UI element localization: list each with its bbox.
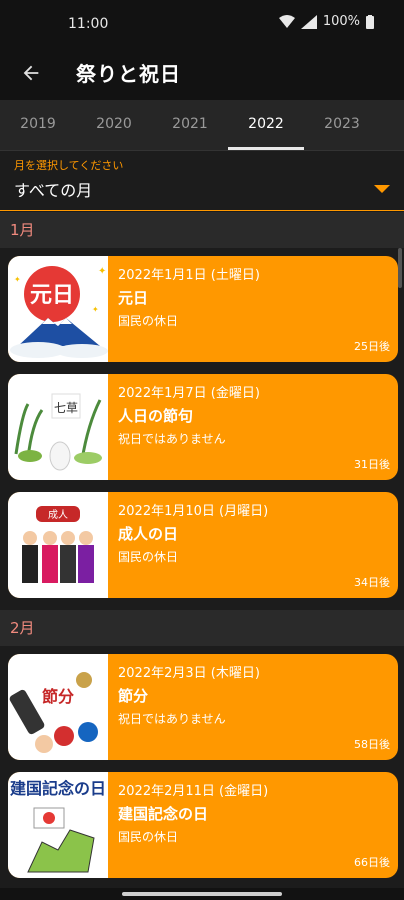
- tab-2019[interactable]: 2019: [0, 100, 76, 150]
- holiday-name: 建国記念の日: [118, 805, 209, 823]
- app-bar: 祭りと祝日: [0, 48, 404, 100]
- nanakusa-illustration: 七草: [14, 393, 102, 471]
- holiday-date: 2022年1月1日 (土曜日): [118, 268, 260, 283]
- year-tabs: 2019 2020 2021 2022 2023: [0, 100, 404, 151]
- card-body: 2022年1月10日 (月曜日) 成人の日 国民の休日 34日後: [108, 492, 398, 598]
- arrow-left-icon: [23, 65, 39, 81]
- month-header-january: 1月: [0, 212, 404, 248]
- card-body: 2022年2月11日 (金曜日) 建国記念の日 国民の休日 66日後: [108, 772, 398, 878]
- ganjitsu-text: 元日: [30, 283, 74, 308]
- days-until: 34日後: [354, 576, 390, 589]
- tab-2020[interactable]: 2020: [76, 100, 152, 150]
- holiday-card[interactable]: 建国記念の日 2022年2月11日 (金曜日) 建国記念の日 国民の休日 66日…: [8, 772, 398, 878]
- holiday-card[interactable]: 元日 ✦ ✦ ✦ 2022年1月1日 (土曜日) 元日 国民の休日 25日後: [8, 256, 398, 362]
- holiday-name: 人日の節句: [118, 407, 194, 425]
- kenkoku-text: 建国記念の日: [10, 779, 106, 798]
- month-selector[interactable]: 月を選択してください すべての月: [0, 151, 404, 211]
- setsubun-illustration: 節分: [9, 672, 98, 753]
- setsubun-image: 節分: [8, 654, 108, 760]
- svg-text:✦: ✦: [98, 266, 106, 277]
- month-header-february: 2月: [0, 610, 404, 646]
- svg-text:✦: ✦: [14, 275, 21, 284]
- holiday-name: 節分: [118, 687, 149, 705]
- ganjitsu-image: 元日 ✦ ✦ ✦: [8, 256, 108, 362]
- nav-bar: [0, 888, 404, 900]
- holiday-card[interactable]: 成人 2022年1月10日 (月曜日) 成人の日 国民の休日 34日後: [8, 492, 398, 598]
- svg-text:✦: ✦: [92, 305, 99, 314]
- tab-2021[interactable]: 2021: [152, 100, 228, 150]
- status-icons: 100%: [278, 14, 374, 29]
- days-until: 25日後: [354, 340, 390, 353]
- days-until: 58日後: [354, 738, 390, 751]
- tab-2023[interactable]: 2023: [304, 100, 380, 150]
- holiday-date: 2022年1月10日 (月曜日): [118, 504, 269, 519]
- seijin-illustration: 成人: [22, 506, 94, 583]
- wifi-icon: [278, 14, 295, 28]
- seijin-image: 成人: [8, 492, 108, 598]
- holiday-card[interactable]: 七草 2022年1月7日 (金曜日) 人日の節句 祝日ではありません 31日後: [8, 374, 398, 480]
- holiday-type: 国民の休日: [118, 314, 179, 328]
- card-body: 2022年2月3日 (木曜日) 節分 祝日ではありません 58日後: [108, 654, 398, 760]
- holiday-list: 1月 元日 ✦ ✦ ✦ 2022年1月1日 (土曜日) 元日 国民の休日 25日…: [0, 212, 404, 888]
- holiday-date: 2022年1月7日 (金曜日): [118, 386, 260, 401]
- dropdown-arrow-icon[interactable]: [374, 185, 390, 193]
- page-title: 祭りと祝日: [76, 62, 181, 86]
- battery-percent: 100%: [322, 14, 360, 29]
- holiday-name: 元日: [118, 289, 149, 307]
- month-selector-value[interactable]: すべての月: [14, 177, 92, 201]
- status-bar: 11:00 100%: [0, 0, 404, 48]
- back-button[interactable]: [16, 58, 46, 88]
- kenkoku-illustration: 建国記念の日: [10, 779, 106, 873]
- nanakusa-text: 七草: [54, 401, 78, 415]
- holiday-type: 国民の休日: [118, 830, 179, 844]
- holiday-type: 祝日ではありません: [118, 712, 226, 726]
- holiday-type: 国民の休日: [118, 550, 179, 564]
- home-indicator[interactable]: [122, 892, 282, 896]
- card-body: 2022年1月7日 (金曜日) 人日の節句 祝日ではありません 31日後: [108, 374, 398, 480]
- holiday-date: 2022年2月3日 (木曜日): [118, 666, 260, 681]
- kenkoku-image: 建国記念の日: [8, 772, 108, 878]
- scrollbar-thumb[interactable]: [398, 248, 402, 288]
- nanakusa-image: 七草: [8, 374, 108, 480]
- days-until: 31日後: [354, 458, 390, 471]
- holiday-date: 2022年2月11日 (金曜日): [118, 784, 269, 799]
- card-body: 2022年1月1日 (土曜日) 元日 国民の休日 25日後: [108, 256, 398, 362]
- holiday-name: 成人の日: [118, 525, 179, 543]
- status-time: 11:00: [68, 16, 109, 32]
- signal-icon: [300, 14, 317, 29]
- holiday-card[interactable]: 節分 2022年2月3日 (木曜日) 節分 祝日ではありません 58日後: [8, 654, 398, 760]
- days-until: 66日後: [354, 856, 390, 869]
- seijin-text: 成人: [48, 509, 68, 521]
- month-selector-label: 月を選択してください: [14, 159, 124, 172]
- setsubun-text: 節分: [41, 687, 74, 706]
- selector-underline: [0, 210, 404, 211]
- battery-icon: [366, 14, 374, 29]
- holiday-type: 祝日ではありません: [118, 432, 226, 446]
- ganjitsu-illustration: 元日 ✦ ✦ ✦: [10, 266, 108, 358]
- tab-2022[interactable]: 2022: [228, 100, 304, 150]
